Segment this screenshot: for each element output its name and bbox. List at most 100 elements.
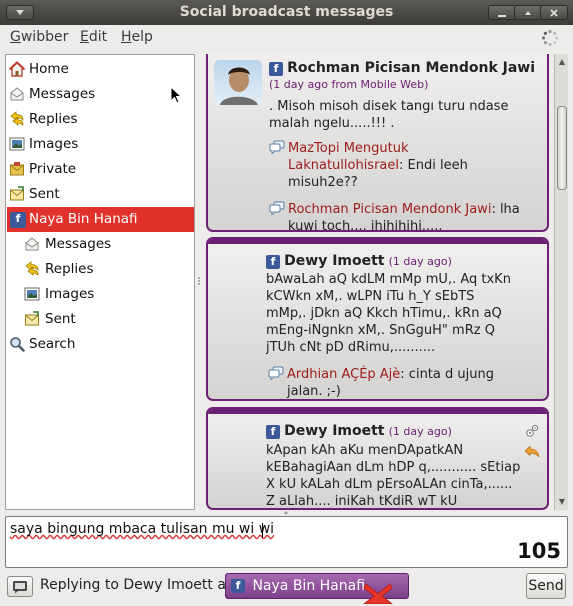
sidebar-item-naya-bin-hanafi[interactable]: f Naya Bin Hanafi: [7, 207, 194, 232]
post-author[interactable]: Dewy Imoett: [284, 253, 384, 269]
post-meta[interactable]: (1 day ago from Mobile Web): [269, 78, 428, 91]
window-titlebar: Social broadcast messages: [0, 0, 573, 25]
sidebar-item-label: Replies: [29, 111, 78, 127]
scroll-up-arrow-icon[interactable]: ▲: [557, 56, 567, 68]
card-top-bar: [208, 409, 547, 414]
post-author[interactable]: Rochman Picisan Mendonk Jawi: [287, 60, 535, 76]
character-counter: 105: [517, 539, 561, 563]
chevron-down-icon: [16, 10, 24, 15]
sidebar-item-sent[interactable]: Sent: [7, 182, 194, 207]
message-icon: [13, 581, 27, 594]
post-text: kApan kAh aKu menDApatkAN kEBahagiAan dL…: [266, 443, 521, 509]
message-card[interactable]: f Rochman Picisan Mendonk Jawi (1 day ag…: [206, 54, 549, 232]
scrollbar-thumb[interactable]: [557, 106, 567, 190]
post-text: bAwaLah aQ kdLM mMp mU,. Aq txKn kCWkn x…: [266, 272, 511, 355]
sidebar-item-label: Messages: [29, 86, 96, 102]
comment: Ardhian AÇÉp Ajè: cinta d ujung jalan. ;…: [287, 366, 517, 399]
sidebar-item-label: Images: [45, 286, 95, 302]
sidebar-item-label: Sent: [29, 186, 60, 202]
status-bar: Replying to Dewy Imoett as f Naya Bin Ha…: [0, 571, 573, 606]
reply-arrow-icon[interactable]: [524, 445, 540, 459]
sidebar-subitem-sent[interactable]: Sent: [7, 307, 194, 332]
comment-author[interactable]: Ardhian AÇÉp Ajè: [287, 367, 400, 382]
text-caret: [262, 523, 263, 538]
home-icon: [9, 61, 25, 77]
message-feed: f Rochman Picisan Mendonk Jawi (1 day ag…: [202, 54, 554, 510]
comment-icon: [269, 140, 285, 154]
remove-account-x-icon[interactable]: [362, 582, 394, 604]
avatar[interactable]: [214, 60, 262, 105]
settings-gear-icon[interactable]: [524, 423, 540, 439]
facebook-icon: f: [266, 254, 280, 269]
account-name: Naya Bin Hanafi: [252, 578, 366, 594]
close-icon: [550, 9, 558, 17]
minimize-icon: [498, 15, 506, 17]
messages-icon: [25, 237, 39, 251]
sidebar-subitem-messages[interactable]: Messages: [7, 232, 194, 257]
sent-icon: [25, 311, 39, 326]
sent-icon: [10, 186, 24, 201]
compose-input[interactable]: saya bingung mbaca tulisan mu wi wi 105: [5, 516, 568, 568]
post-author[interactable]: Dewy Imoett: [284, 423, 384, 439]
menu-gwibber[interactable]: Gwibber: [10, 29, 68, 45]
sidebar-item-label: Naya Bin Hanafi: [29, 211, 138, 227]
sidebar-item-replies[interactable]: Replies: [7, 107, 194, 132]
facebook-icon: f: [10, 212, 26, 228]
loading-spinner-icon: [541, 29, 559, 47]
sidebar-item-home[interactable]: Home: [7, 57, 194, 82]
facebook-icon: f: [269, 61, 283, 76]
sidebar-item-label: Messages: [45, 236, 112, 252]
facebook-icon: f: [231, 579, 245, 593]
close-button[interactable]: [540, 5, 568, 20]
sidebar: Home Messages Replies Images Private Sen…: [5, 54, 195, 510]
comment-author[interactable]: MazTopi Mengutuk Laknatullohisrael: [288, 141, 409, 173]
compose-text: saya bingung mbaca tulisan mu wi wi: [10, 521, 275, 537]
sidebar-item-images[interactable]: Images: [7, 132, 194, 157]
sidebar-item-label: Images: [29, 136, 79, 152]
scroll-down-arrow-icon[interactable]: ▼: [557, 496, 567, 508]
comment-icon: [268, 366, 284, 380]
sidebar-item-messages[interactable]: Messages: [7, 82, 194, 107]
messages-icon: [10, 87, 24, 101]
post-meta[interactable]: (1 day ago): [389, 425, 452, 438]
minimize-button[interactable]: [488, 5, 516, 20]
sidebar-item-label: Sent: [45, 311, 76, 327]
replies-icon: [25, 261, 39, 276]
sidebar-item-label: Private: [29, 161, 77, 177]
facebook-icon: f: [266, 424, 280, 439]
sidebar-item-search[interactable]: Search: [7, 332, 194, 357]
images-icon: [9, 137, 25, 151]
card-top-bar: [208, 239, 547, 244]
comment: MazTopi Mengutuk Laknatullohisrael: Endi…: [288, 140, 513, 191]
replying-label: Replying to Dewy Imoett as: [40, 577, 234, 593]
message-card[interactable]: f Dewy Imoett (1 day ago) kApan kAh aKu …: [206, 407, 549, 510]
comment-author[interactable]: Rochman Picisan Mendonk Jawi: [288, 202, 491, 217]
feed-scrollbar[interactable]: ▲ ▼: [554, 54, 568, 510]
replies-icon: [10, 111, 24, 126]
sidebar-subitem-replies[interactable]: Replies: [7, 257, 194, 282]
sidebar-item-private[interactable]: Private: [7, 157, 194, 182]
menu-help[interactable]: Help: [121, 29, 153, 45]
post-text: . Misoh misoh disek tangı turu ndase mal…: [269, 99, 509, 131]
window-title: Social broadcast messages: [179, 4, 394, 20]
maximize-button[interactable]: [514, 5, 542, 20]
send-button[interactable]: Send: [526, 573, 566, 599]
search-icon: [10, 337, 25, 352]
sidebar-item-label: Home: [29, 61, 69, 77]
account-selector[interactable]: f Naya Bin Hanafi: [225, 573, 409, 604]
message-card[interactable]: f Dewy Imoett (1 day ago) bAwaLah aQ kdL…: [206, 237, 549, 401]
menu-edit[interactable]: Edit: [80, 29, 107, 45]
sidebar-item-label: Search: [29, 336, 76, 352]
window-menu-button[interactable]: [6, 5, 34, 20]
sidebar-subitem-images[interactable]: Images: [7, 282, 194, 307]
images-icon: [24, 287, 40, 301]
mouse-pointer-icon: [170, 86, 182, 104]
comment-icon: [269, 201, 285, 215]
menu-bar: Gwibber Edit Help: [0, 25, 573, 51]
avatar-photo-icon: [220, 67, 258, 105]
comment: Rochman Picisan Mendonk Jawi: lha kuwi t…: [288, 201, 538, 230]
cancel-reply-button[interactable]: [7, 576, 33, 597]
private-icon: [10, 162, 24, 176]
post-meta[interactable]: (1 day ago): [389, 255, 452, 268]
maximize-icon: [525, 11, 531, 15]
